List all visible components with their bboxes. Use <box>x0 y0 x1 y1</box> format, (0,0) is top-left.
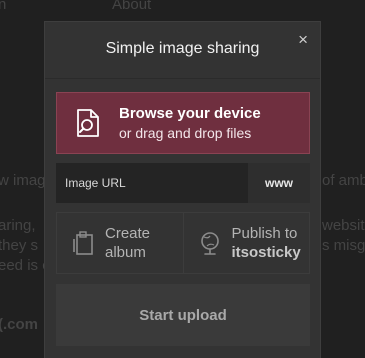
publish-line1: Publish to <box>231 225 298 242</box>
start-upload-button[interactable]: Start upload <box>56 284 310 346</box>
file-search-icon <box>77 109 99 137</box>
url-add-button[interactable]: www <box>248 163 310 203</box>
header-divider <box>45 78 320 79</box>
publish-target: itsosticky <box>231 244 301 261</box>
create-album-line1: Create <box>105 225 151 242</box>
create-album-line2: album <box>105 244 146 261</box>
browse-title: Browse your device <box>119 105 261 122</box>
image-url-input[interactable] <box>56 163 248 203</box>
browse-device-button[interactable]: Browse your device or drag and drop file… <box>56 92 310 154</box>
browse-subtitle: or drag and drop files <box>119 125 252 141</box>
publish-button[interactable]: Publish to itsosticky <box>182 213 310 273</box>
album-icon <box>73 231 93 255</box>
action-row: Create album Publish to itsosticky <box>56 212 310 274</box>
modal-title: Simple image sharing <box>105 40 260 57</box>
image-url-row: www <box>56 163 310 203</box>
globe-icon <box>200 232 219 255</box>
upload-modal: Simple image sharing × Browse your devic… <box>44 21 321 358</box>
close-icon[interactable]: × <box>298 30 308 50</box>
create-album-button[interactable]: Create album <box>57 213 183 273</box>
